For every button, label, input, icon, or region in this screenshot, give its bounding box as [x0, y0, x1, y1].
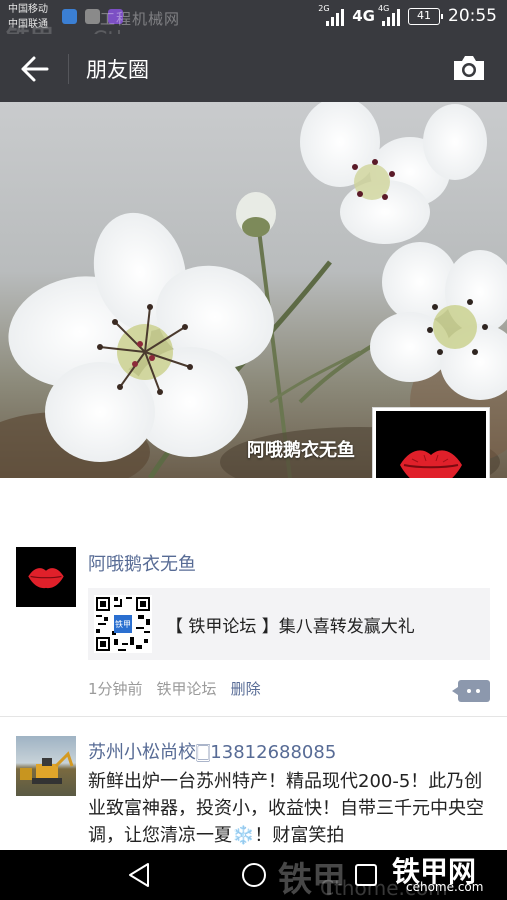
- battery-icon: 41: [408, 7, 443, 25]
- red-lips-icon: [28, 568, 64, 589]
- post-text: 新鲜出炉一台苏州特产！精品现代200-5！此乃创业致富神器，投资小，收益快！自带…: [88, 771, 484, 846]
- comment-icon[interactable]: [452, 680, 490, 702]
- delete-button[interactable]: 删除: [231, 678, 261, 699]
- avatar[interactable]: [16, 547, 76, 607]
- post-author[interactable]: 阿哦鹅衣无鱼: [88, 550, 196, 576]
- excavator-photo-icon: [20, 751, 74, 784]
- profile-name[interactable]: 阿哦鹅衣无鱼: [247, 436, 355, 462]
- status-bar: 中国移动 中国联通 工程机械网 铁甲 Cthome.com 2G 4G 4G 4…: [0, 0, 507, 53]
- moment-post: 阿哦鹅衣无鱼 铁甲 【 铁甲论坛 】集八喜转发赢大礼 1分钟前 铁甲论坛 删除: [0, 478, 507, 718]
- camera-icon: [454, 56, 484, 80]
- shared-link-card[interactable]: 铁甲 【 铁甲论坛 】集八喜转发赢大礼: [88, 588, 490, 660]
- back-button[interactable]: [14, 52, 54, 86]
- moment-post: 苏州小松尚校🀆13812688085 新鲜出炉一台苏州特产！精品现代200-5！…: [0, 718, 507, 850]
- post-source[interactable]: 铁甲论坛: [157, 678, 217, 699]
- nav-home-button[interactable]: [234, 860, 274, 890]
- network-2-label: 4G: [352, 7, 375, 25]
- shared-link-title: 【 铁甲论坛 】集八喜转发赢大礼: [166, 617, 415, 637]
- post-time: 1分钟前: [88, 680, 143, 698]
- triangle-back-icon: [129, 863, 149, 887]
- qr-code-icon: 铁甲: [94, 595, 152, 653]
- browser-app-icon: [62, 9, 77, 24]
- post-meta: 1分钟前 铁甲论坛 删除: [88, 678, 261, 699]
- title-bar: 朋友圈: [0, 34, 507, 102]
- post-author[interactable]: 苏州小松尚校🀆13812688085: [88, 738, 336, 764]
- arrow-left-icon: [21, 56, 49, 82]
- gallery-app-icon: [85, 9, 100, 24]
- avatar[interactable]: [16, 736, 76, 796]
- watermark-text: 工程机械网: [100, 10, 181, 28]
- camera-button[interactable]: [451, 52, 487, 84]
- nav-back-button[interactable]: [120, 860, 160, 890]
- page-title: 朋友圈: [86, 58, 149, 82]
- watermark-brand-domain: cehome.com: [406, 880, 484, 894]
- status-indicators: 2G 4G 4G 41 20:55: [318, 4, 497, 26]
- carrier-1: 中国移动: [8, 4, 48, 15]
- title-divider: [68, 54, 69, 84]
- signal-2g-icon: 2G: [318, 4, 345, 26]
- watermark-logo: 铁甲网 cehome.com: [386, 848, 502, 898]
- post-divider: [0, 716, 507, 717]
- svg-text:铁甲: 铁甲: [115, 619, 131, 629]
- circle-home-icon: [242, 863, 266, 887]
- signal-4g-icon: 4G 4G: [352, 4, 400, 26]
- clock: 20:55: [448, 6, 497, 26]
